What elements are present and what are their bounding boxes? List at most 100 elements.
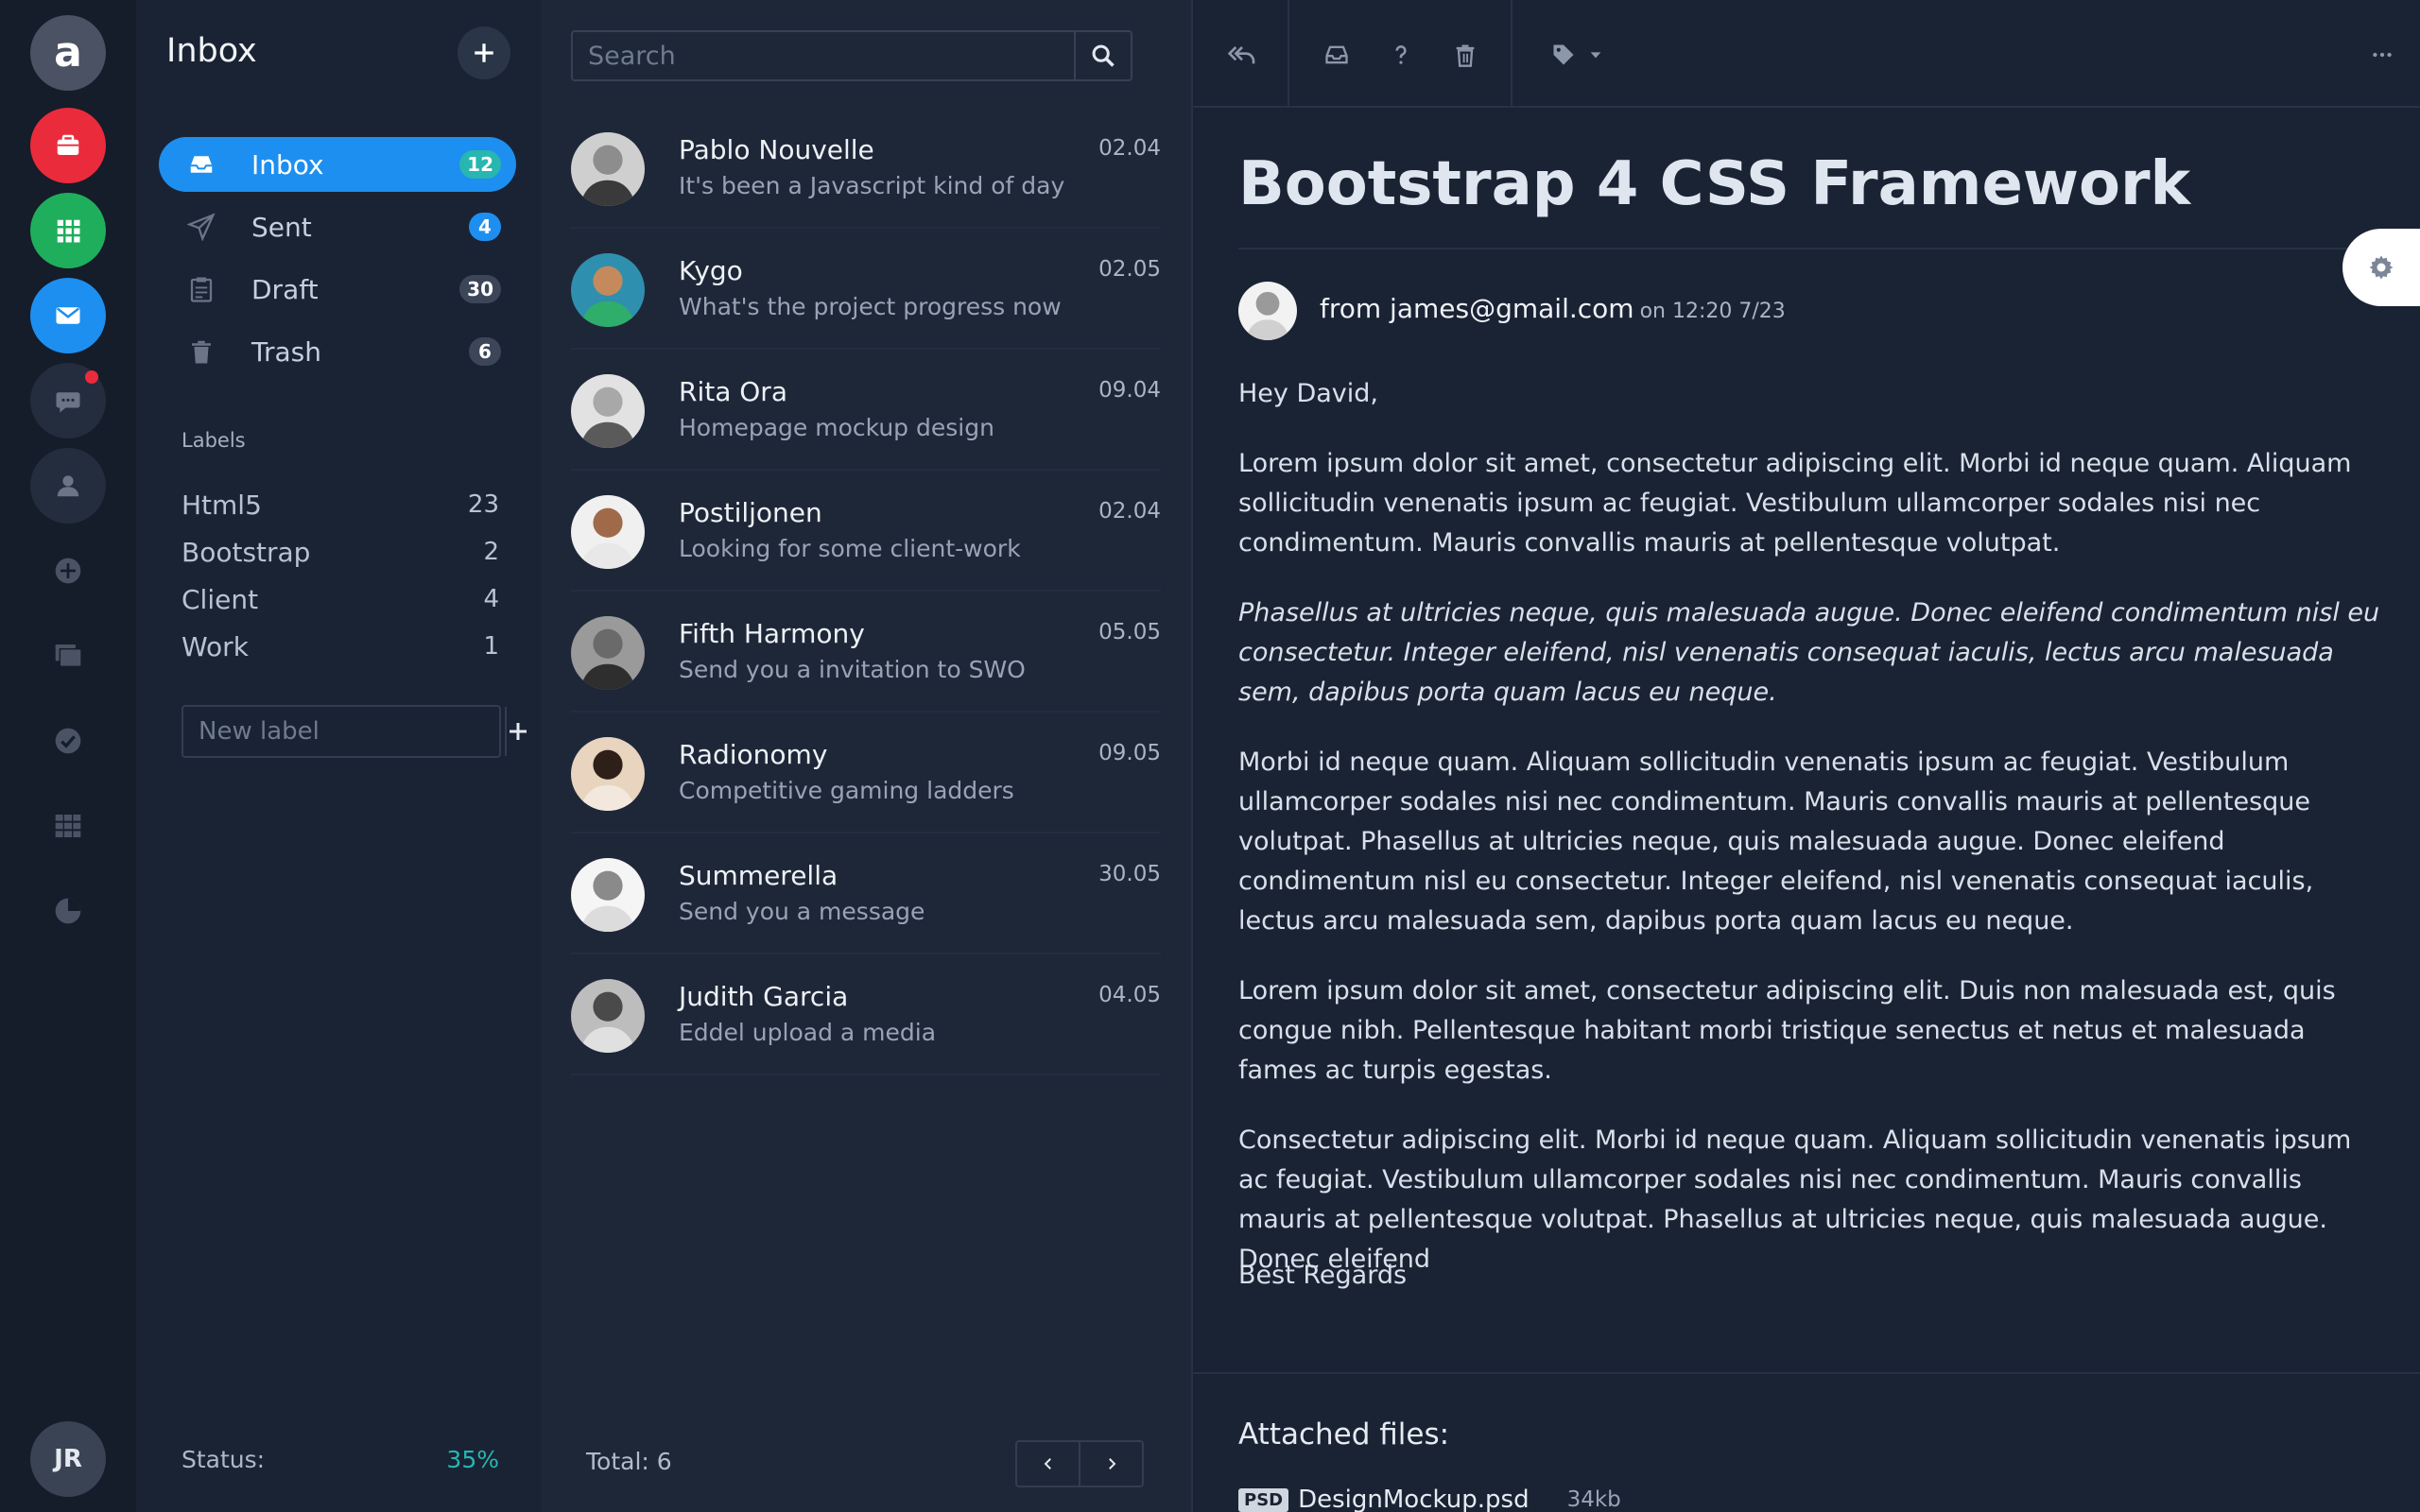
chat-icon	[56, 392, 80, 413]
label-count: 1	[483, 632, 499, 661]
label-count: 2	[483, 538, 499, 566]
message-sender: Pablo Nouvelle	[679, 134, 874, 165]
app-logo[interactable]: a	[30, 15, 106, 91]
message-date: 04.05	[1098, 983, 1161, 1007]
chevron-left-icon	[1044, 1458, 1051, 1469]
table-icon	[55, 815, 81, 837]
sender-email: from james@gmail.com	[1320, 293, 1634, 324]
message-subject: Eddel upload a media	[679, 1019, 937, 1046]
message-sender: Fifth Harmony	[679, 618, 865, 649]
folder-sidebar: Inbox Inbox 12 Sent 4 Draft 30 Trash 6 L…	[136, 0, 541, 1512]
message-subject: Homepage mockup design	[679, 414, 994, 441]
reader-toolbar	[1193, 0, 2420, 108]
rail-chart-button[interactable]	[49, 892, 87, 930]
more-options-button[interactable]	[2361, 34, 2403, 76]
archive-button[interactable]	[1316, 34, 1357, 76]
message-subject: What's the project progress now	[679, 293, 1062, 320]
user-avatar[interactable]: JR	[30, 1421, 106, 1497]
rail-chat-button[interactable]	[30, 363, 106, 438]
message-subject: Send you a message	[679, 898, 925, 925]
rail-add-button[interactable]	[49, 552, 87, 590]
message-row[interactable]: Kygo What's the project progress now 02.…	[571, 229, 1161, 350]
label-count: 23	[467, 490, 499, 519]
message-row[interactable]: Fifth Harmony Send you a invitation to S…	[571, 592, 1161, 713]
rail-check-button[interactable]	[49, 722, 87, 760]
email-paragraph: Phasellus at ultricies neque, quis males…	[1238, 598, 2380, 707]
message-sender: Summerella	[679, 860, 838, 891]
rail-user-button[interactable]	[30, 448, 106, 524]
reading-pane: Bootstrap 4 CSS Framework from james@gma…	[1191, 0, 2420, 1512]
rail-layers-button[interactable]	[49, 637, 87, 675]
reply-all-button[interactable]	[1221, 34, 1263, 76]
next-page-button[interactable]	[1079, 1442, 1142, 1486]
help-button[interactable]	[1380, 34, 1422, 76]
label-item-work[interactable]: Work 1	[182, 627, 499, 665]
search-button[interactable]	[1074, 32, 1131, 79]
new-label-input[interactable]	[183, 707, 505, 756]
sender-avatar	[571, 374, 645, 448]
delete-button[interactable]	[1444, 34, 1486, 76]
message-row[interactable]: Rita Ora Homepage mockup design 09.04	[571, 350, 1161, 471]
settings-toggle-button[interactable]	[2342, 229, 2420, 306]
search-input[interactable]	[573, 32, 1074, 79]
message-row[interactable]: Pablo Nouvelle It's been a Javascript ki…	[571, 108, 1161, 229]
notification-dot	[85, 370, 98, 384]
message-sender: Judith Garcia	[679, 981, 849, 1012]
sender-avatar	[571, 495, 645, 569]
message-row[interactable]: Judith Garcia Eddel upload a media 04.05	[571, 954, 1161, 1075]
folder-count-badge: 4	[469, 213, 501, 241]
rail-table-button[interactable]	[49, 807, 87, 845]
mail-icon	[56, 307, 80, 324]
attachment-name: DesignMockup.psd	[1298, 1486, 1530, 1512]
attachment-item[interactable]: PSD DesignMockup.psd 34kb	[1238, 1486, 1621, 1512]
search-box	[571, 30, 1132, 81]
message-total: Total: 6	[586, 1448, 672, 1475]
add-label-button[interactable]	[505, 707, 529, 756]
user-icon	[57, 475, 79, 497]
trash-icon	[185, 335, 217, 368]
label-item-html5[interactable]: Html5 23	[182, 486, 499, 524]
prev-page-button[interactable]	[1017, 1442, 1079, 1486]
more-horizontal-icon	[2373, 52, 2392, 58]
label-item-bootstrap[interactable]: Bootstrap 2	[182, 533, 499, 571]
toolbar-divider	[1511, 0, 1512, 108]
rail-apps-button[interactable]	[30, 193, 106, 268]
rail-briefcase-button[interactable]	[30, 108, 106, 183]
app-logo-letter: a	[54, 28, 82, 77]
message-date: 09.04	[1098, 378, 1161, 403]
folder-item-trash[interactable]: Trash 6	[159, 324, 516, 379]
email-body: Hey David, Lorem ipsum dolor sit amet, c…	[1238, 374, 2388, 1310]
tag-dropdown-button[interactable]	[1539, 34, 1615, 76]
rail-mail-button[interactable]	[30, 278, 106, 353]
message-row[interactable]: Radionomy Competitive gaming ladders 09.…	[571, 713, 1161, 833]
message-row[interactable]: Postiljonen Looking for some client-work…	[571, 471, 1161, 592]
plus-icon	[510, 723, 527, 740]
email-paragraph: Lorem ipsum dolor sit amet, consectetur …	[1238, 976, 2336, 1085]
compose-button[interactable]	[458, 26, 510, 79]
plus-icon	[475, 43, 493, 62]
folder-label: Draft	[251, 273, 319, 305]
folder-count-badge: 6	[469, 337, 501, 366]
folder-item-draft[interactable]: Draft 30	[159, 262, 516, 317]
folder-sidebar-title: Inbox	[166, 32, 257, 70]
label-name: Work	[182, 630, 249, 662]
message-sender: Kygo	[679, 255, 743, 286]
sender-avatar	[571, 979, 645, 1053]
message-row[interactable]: Summerella Send you a message 30.05	[571, 833, 1161, 954]
folder-item-inbox[interactable]: Inbox 12	[159, 137, 516, 192]
message-sender: Postiljonen	[679, 497, 822, 528]
folder-label: Sent	[251, 211, 312, 243]
labels-heading: Labels	[182, 429, 246, 452]
layers-icon	[55, 644, 81, 666]
chevron-right-icon	[1108, 1458, 1115, 1469]
message-date: 02.04	[1098, 499, 1161, 524]
pagination	[1015, 1440, 1144, 1487]
message-date: 30.05	[1098, 862, 1161, 886]
status-row: Status: 35%	[182, 1446, 499, 1473]
folder-item-sent[interactable]: Sent 4	[159, 199, 516, 254]
message-date: 05.05	[1098, 620, 1161, 644]
attachments-divider	[1193, 1372, 2420, 1374]
label-item-client[interactable]: Client 4	[182, 580, 499, 618]
send-icon	[185, 211, 217, 243]
attachment-size: 34kb	[1566, 1487, 1621, 1512]
